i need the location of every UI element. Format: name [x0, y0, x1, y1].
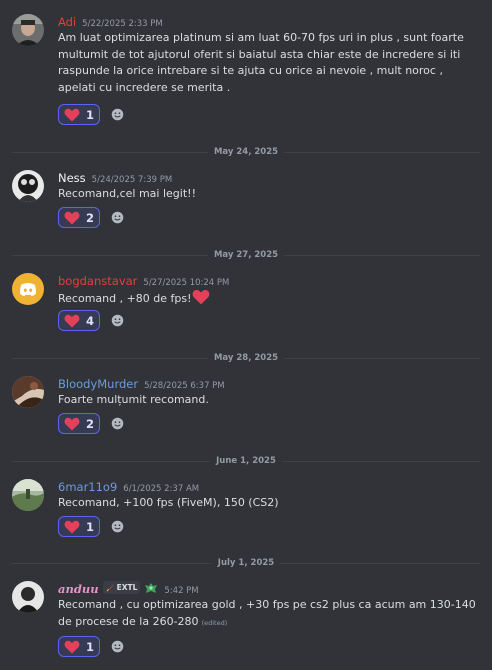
date-divider: July 1, 2025 [12, 556, 480, 570]
timestamp: 5/27/2025 10:24 PM [143, 278, 230, 288]
timestamp: 5/22/2025 2:33 PM [82, 19, 163, 29]
reaction-heart[interactable]: 2 [58, 207, 100, 228]
heart-icon [64, 417, 80, 430]
date-divider: May 24, 2025 [12, 145, 480, 159]
reaction-count: 1 [86, 639, 95, 654]
smiley-icon [111, 211, 123, 224]
reaction-heart[interactable]: 1 [58, 516, 100, 537]
timestamp: 5/24/2025 7:39 PM [91, 175, 173, 185]
smiley-icon [111, 108, 123, 121]
heart-icon [64, 640, 80, 653]
add-reaction-button[interactable] [106, 104, 128, 125]
avatar[interactable] [12, 14, 44, 46]
smiley-icon [111, 640, 123, 653]
message-text: Recomand, +100 fps (FiveM), 150 (CS2) [58, 496, 279, 509]
discord-logo-icon [12, 273, 44, 305]
add-reaction-button[interactable] [106, 636, 128, 657]
timestamp: 6/1/2025 2:37 AM [123, 484, 200, 494]
date-divider: June 1, 2025 [12, 454, 480, 468]
date-divider: May 28, 2025 [12, 351, 480, 365]
timestamp: 5:42 PM [164, 586, 199, 596]
timestamp: 5/28/2025 6:37 PM [144, 381, 225, 391]
message-text: Recomand,cel mai legit!! [58, 187, 196, 200]
reaction-count: 2 [86, 210, 95, 225]
message-text: Am luat optimizarea platinum si am luat … [58, 31, 464, 94]
reaction-count: 1 [86, 107, 95, 122]
reaction-heart[interactable]: 4 [58, 310, 100, 331]
heart-icon [64, 211, 80, 224]
reaction-heart[interactable]: 2 [58, 413, 100, 434]
username[interactable]: Ness [58, 171, 86, 185]
avatar[interactable] [12, 581, 44, 613]
reaction-count: 2 [86, 416, 95, 431]
avatar[interactable] [12, 376, 44, 408]
username[interactable]: 6mar11o9 [58, 480, 117, 494]
username[interactable]: Adi [58, 15, 76, 29]
reaction-heart[interactable]: 1 [58, 104, 100, 125]
add-reaction-button[interactable] [106, 207, 128, 228]
avatar[interactable] [12, 273, 44, 305]
guild-tag[interactable]: EXTL [102, 581, 141, 594]
date-divider: May 27, 2025 [12, 248, 480, 262]
avatar[interactable] [12, 479, 44, 511]
message-body: Recomand , cu optimizarea gold , +30 fps… [58, 597, 478, 631]
add-reaction-button[interactable] [106, 310, 128, 331]
rocket-icon [106, 583, 114, 592]
username[interactable]: anduu [58, 582, 99, 596]
edited-label: (edited) [201, 618, 228, 627]
reaction-count: 1 [86, 519, 95, 534]
add-reaction-button[interactable] [106, 516, 128, 537]
smiley-icon [111, 520, 123, 533]
message-text: Recomand , cu optimizarea gold , +30 fps… [58, 598, 476, 628]
badge-icon [145, 583, 158, 593]
username[interactable]: BloodyMurder [58, 377, 138, 391]
heart-icon [64, 314, 80, 327]
red-heart-emoji-icon [192, 290, 209, 305]
avatar[interactable] [12, 170, 44, 202]
reaction-heart[interactable]: 1 [58, 636, 100, 657]
username[interactable]: bogdanstavar [58, 274, 137, 288]
smiley-icon [111, 417, 123, 430]
add-reaction-button[interactable] [106, 413, 128, 434]
smiley-icon [111, 314, 123, 327]
message-text: Foarte mulțumit recomand. [58, 393, 209, 406]
heart-icon [64, 108, 80, 121]
reaction-count: 4 [86, 313, 95, 328]
message-text: Recomand , +80 de fps! [58, 292, 192, 305]
heart-icon [64, 520, 80, 533]
message-body: Recomand , +80 de fps! [58, 289, 478, 308]
